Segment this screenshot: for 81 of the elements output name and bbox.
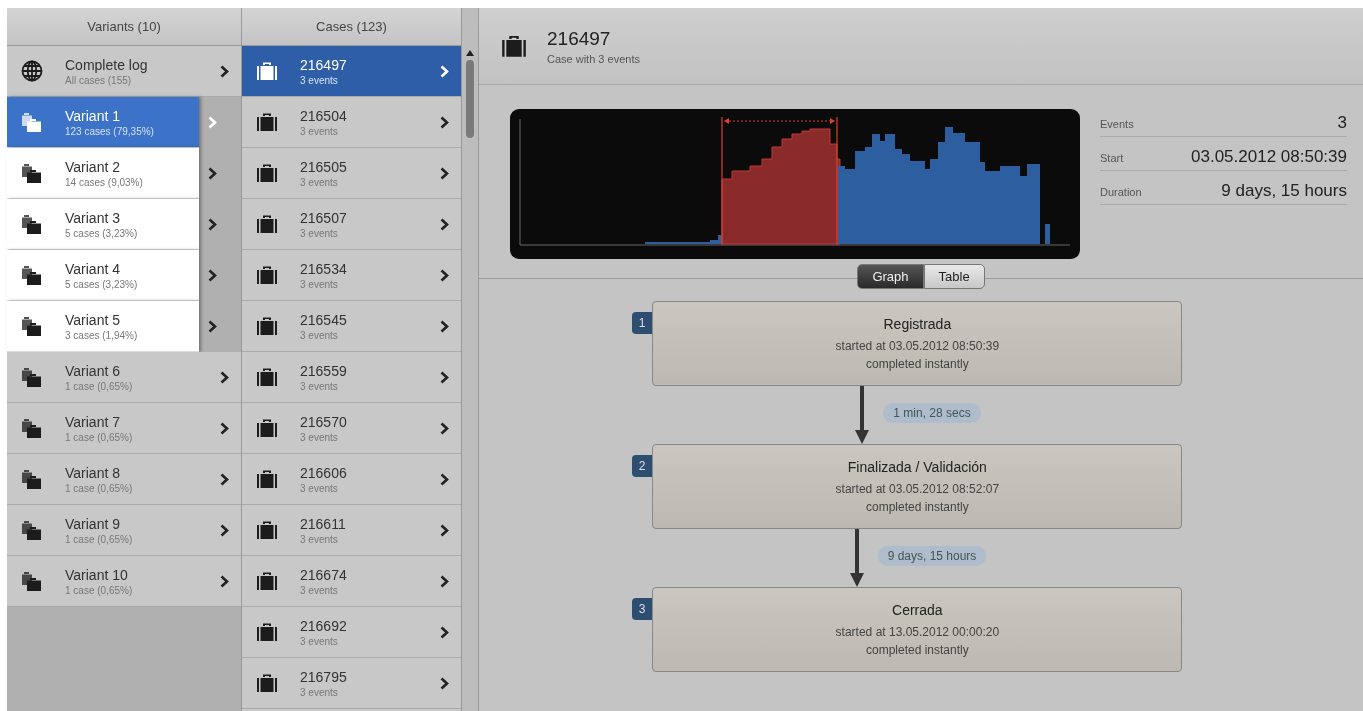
- case-title: 216497: [547, 27, 612, 50]
- briefcase-icon: [256, 265, 278, 285]
- chevron-icon: [208, 268, 217, 282]
- briefcases-icon: [21, 162, 43, 184]
- step-number: 3: [631, 598, 653, 620]
- column-header: Cases (123): [242, 8, 461, 46]
- chevron-icon: [440, 421, 449, 435]
- column-header: Variants (10): [7, 8, 241, 46]
- chevron-icon: [440, 268, 449, 282]
- chevron-icon: [440, 523, 449, 537]
- stat-label: Start: [1100, 152, 1124, 164]
- scroll-thumb[interactable]: [466, 60, 474, 138]
- list-item[interactable]: Variant 7 1 case (0,65%): [7, 403, 241, 454]
- chevron-icon: [220, 523, 229, 537]
- briefcase-icon: [256, 367, 278, 387]
- briefcases-icon: [21, 315, 43, 337]
- briefcases-icon: [21, 417, 43, 439]
- briefcases-icon: [21, 264, 43, 286]
- chevron-icon: [208, 217, 217, 231]
- chevron-icon: [440, 370, 449, 384]
- briefcase-icon: [256, 163, 278, 183]
- briefcases-icon: [21, 366, 43, 388]
- chevron-icon: [440, 319, 449, 333]
- briefcases-icon: [21, 519, 43, 541]
- arrow: [849, 529, 864, 587]
- chevron-icon: [440, 676, 449, 690]
- chevron-icon: [440, 217, 449, 231]
- briefcases-icon: [21, 468, 43, 490]
- duration-label: 9 days, 15 hours: [877, 546, 987, 566]
- briefcase-icon: [256, 622, 278, 642]
- briefcases-icon: [21, 111, 43, 133]
- briefcase-icon: [256, 214, 278, 234]
- briefcase-icon: [256, 61, 278, 81]
- arrow: [855, 386, 870, 444]
- chevron-icon: [440, 472, 449, 486]
- briefcase-icon: [256, 112, 278, 132]
- scrollbar[interactable]: [462, 8, 479, 711]
- chevron-icon: [220, 421, 229, 435]
- step-number: 1: [631, 312, 653, 334]
- duration-label: 1 min, 28 secs: [883, 403, 981, 423]
- chevron-icon: [208, 319, 217, 333]
- stat-value: 3: [1337, 113, 1347, 133]
- step-number: 2: [631, 455, 653, 477]
- chevron-icon: [440, 574, 449, 588]
- view-tab[interactable]: Table: [923, 264, 985, 289]
- stat-label: Events: [1100, 118, 1134, 130]
- chevron-icon: [220, 574, 229, 588]
- stat-label: Duration: [1100, 186, 1142, 198]
- list-item[interactable]: Complete log All cases (155): [7, 46, 241, 97]
- list-item[interactable]: Variant 8 1 case (0,65%): [7, 454, 241, 505]
- chevron-icon: [208, 166, 217, 180]
- chevron-icon: [440, 115, 449, 129]
- briefcase-icon: [256, 520, 278, 540]
- list-item[interactable]: Variant 10 1 case (0,65%): [7, 556, 241, 607]
- case-subtitle: Case with 3 events: [547, 52, 640, 65]
- chevron-icon: [440, 64, 449, 78]
- chevron-icon: [220, 472, 229, 486]
- briefcases-icon: [21, 570, 43, 592]
- briefcase-icon: [256, 571, 278, 591]
- stat-value: 03.05.2012 08:50:39: [1191, 147, 1347, 167]
- chevron-icon: [208, 115, 217, 129]
- chevron-icon: [220, 370, 229, 384]
- briefcase-icon: [256, 316, 278, 336]
- briefcase-icon: [256, 469, 278, 489]
- list-item[interactable]: Variant 6 1 case (0,65%): [7, 352, 241, 403]
- briefcase-icon: [256, 673, 278, 693]
- list-item[interactable]: 216497 3 events: [242, 46, 461, 97]
- briefcase-icon: [501, 34, 527, 58]
- list-item[interactable]: Variant 9 1 case (0,65%): [7, 505, 241, 556]
- stat-value: 9 days, 15 hours: [1221, 181, 1347, 201]
- activity-node: Finalizada / Validación started at 03.05.2012 08:52:07 completed instantly: [652, 444, 1183, 529]
- briefcase-icon: [256, 418, 278, 438]
- chevron-icon: [440, 625, 449, 639]
- briefcases-icon: [21, 213, 43, 235]
- chevron-icon: [440, 166, 449, 180]
- globe-icon: [21, 60, 43, 82]
- scroll-up-icon[interactable]: [466, 50, 474, 56]
- activity-node: Cerrada started at 13.05.2012 00:00:20 completed instantly: [652, 587, 1183, 672]
- chevron-icon: [220, 64, 229, 78]
- view-tab[interactable]: Graph: [857, 264, 924, 289]
- activity-node: Registrada started at 03.05.2012 08:50:39 completed instantly: [652, 301, 1183, 386]
